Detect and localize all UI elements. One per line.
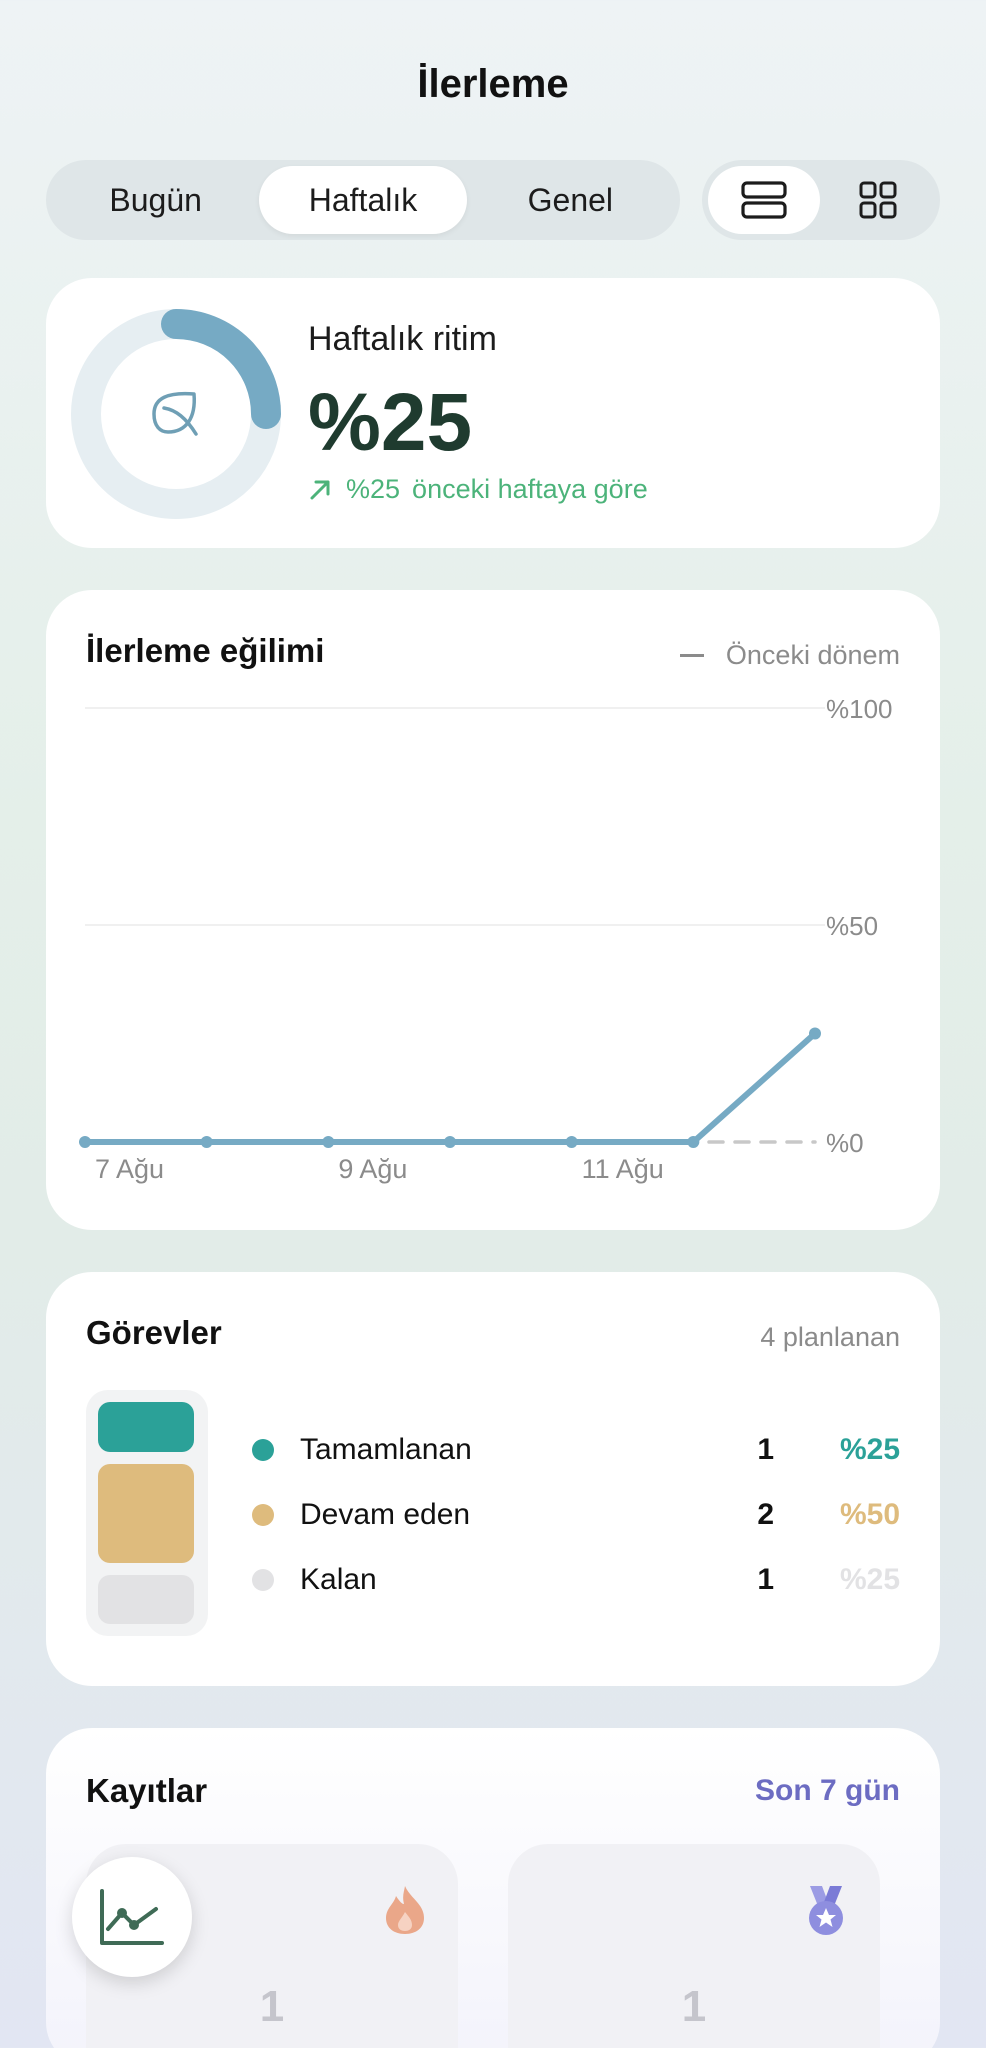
rhythm-value: %25 <box>308 377 473 468</box>
y-tick-label: %100 <box>826 694 893 724</box>
record-value-badges: 1 <box>681 1982 707 2031</box>
x-tick-label: 7 Ağu <box>95 1154 164 1184</box>
rhythm-change-text: önceki haftaya göre <box>412 474 648 504</box>
task-row: Kalan 1 %25 <box>252 1560 900 1600</box>
task-status-name: Tamamlanan <box>300 1433 472 1466</box>
task-percent: %25 <box>839 1433 900 1466</box>
tab-weekly[interactable]: Haftalık <box>259 166 467 234</box>
tasks-title: Görevler <box>86 1314 222 1351</box>
records-range[interactable]: Son 7 gün <box>755 1774 900 1808</box>
flame-icon <box>386 1886 424 1934</box>
rhythm-change-value: %25 <box>346 474 401 504</box>
tab-today[interactable]: Bugün <box>52 166 259 234</box>
weekly-rhythm-card: Haftalık ritim %25 %25 önceki haftaya gö… <box>46 278 940 548</box>
chart-fab-button[interactable] <box>72 1857 192 1977</box>
arrow-up-right-icon <box>310 480 330 499</box>
tab-overall[interactable]: Genel <box>467 166 674 234</box>
leaf-icon <box>152 391 198 436</box>
rhythm-label: Haftalık ritim <box>308 320 497 358</box>
record-value-streak: 1 <box>259 1982 285 2031</box>
data-point <box>322 1136 335 1148</box>
task-status-name: Kalan <box>300 1563 377 1596</box>
period-segmented-control: Bugün Haftalık Genel <box>46 160 680 240</box>
data-point <box>444 1136 456 1148</box>
task-row: Devam eden 2 %50 <box>252 1495 900 1535</box>
data-point <box>79 1136 91 1148</box>
data-point <box>565 1136 578 1148</box>
rhythm-progress-ring <box>71 309 281 519</box>
list-view-icon <box>741 181 787 219</box>
y-tick-label: %0 <box>826 1128 864 1158</box>
status-dot-icon <box>252 1504 274 1526</box>
data-point <box>687 1136 700 1148</box>
data-point <box>809 1027 821 1040</box>
task-count: 1 <box>757 1563 774 1596</box>
view-toggle <box>702 160 940 240</box>
tasks-card: Görevler 4 planlanan Tamamlanan 1 %25 Devam… <box>46 1272 940 1686</box>
x-tick-label: 9 Ağu <box>338 1154 407 1184</box>
medal-icon <box>809 1886 843 1935</box>
status-dot-icon <box>252 1439 274 1461</box>
rhythm-change: %25 önceki haftaya göre <box>308 474 648 505</box>
data-point <box>200 1136 213 1148</box>
record-box-badges[interactable]: 1 <box>508 1844 880 2048</box>
list-view-button[interactable] <box>708 166 820 234</box>
status-dot-icon <box>252 1569 274 1591</box>
task-count: 2 <box>757 1498 774 1531</box>
progress-line <box>82 1030 818 1145</box>
trend-chart: %100 %50 %0 7 Ağu 9 Ağu 11 Ağu <box>79 694 893 1184</box>
task-percent: %25 <box>839 1563 900 1596</box>
grid-view-icon <box>859 181 897 219</box>
task-percent: %50 <box>839 1498 900 1531</box>
task-status-name: Devam eden <box>300 1498 471 1531</box>
records-title: Kayıtlar <box>86 1772 208 1809</box>
task-stack-segment <box>98 1463 194 1563</box>
task-stack-bar <box>86 1390 208 1636</box>
y-tick-label: %50 <box>826 911 878 941</box>
task-row: Tamamlanan 1 %25 <box>252 1430 900 1470</box>
task-count: 1 <box>757 1433 774 1466</box>
grid-view-button[interactable] <box>822 166 934 234</box>
task-stack-segment <box>98 1402 194 1452</box>
task-stack-segment <box>98 1574 194 1624</box>
x-tick-label: 11 Ağu <box>582 1154 664 1184</box>
page-title: İlerleme <box>417 62 569 106</box>
progress-trend-card: İlerleme eğilimi Önceki dönem %100 %50 %0 7… <box>46 590 940 1230</box>
tasks-planned: 4 planlanan <box>760 1322 900 1352</box>
line-chart-icon <box>100 1889 164 1945</box>
